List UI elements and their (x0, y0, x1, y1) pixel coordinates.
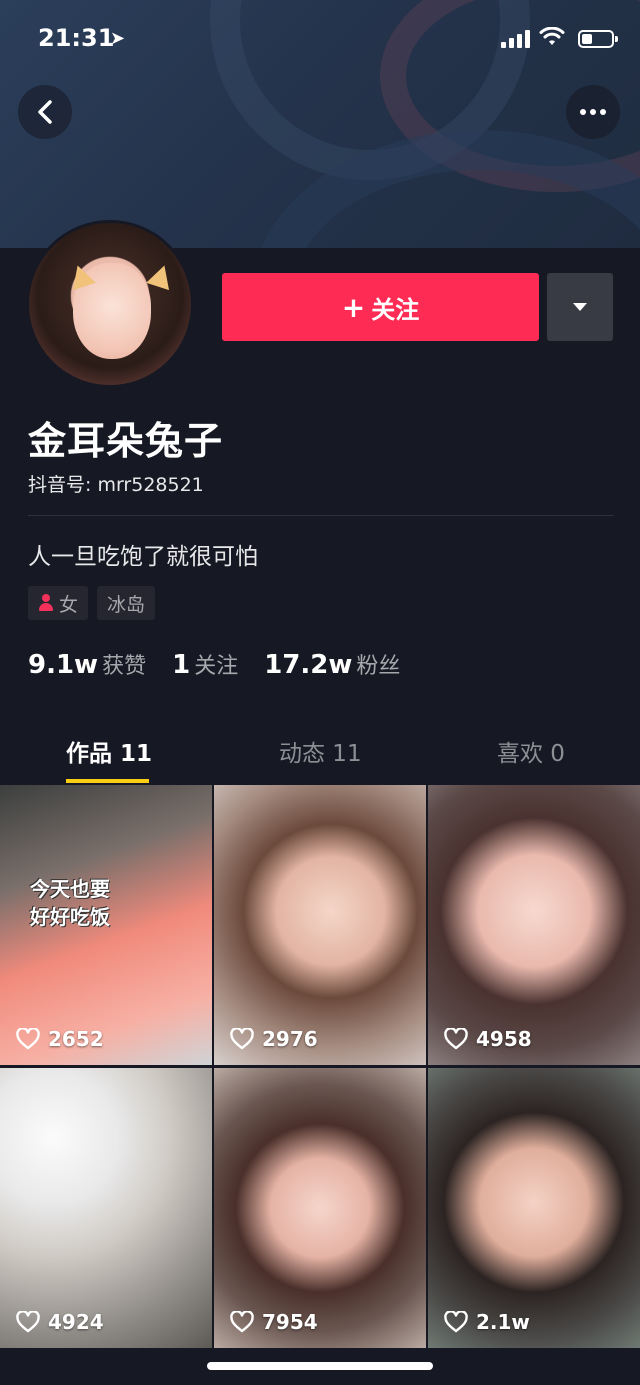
female-person-icon (38, 594, 54, 612)
video-likes-count: 2.1w (476, 1310, 530, 1334)
video-overlay-text: 今天也要 好好吃饭 (30, 877, 110, 929)
video-grid: 今天也要 好好吃饭 2652 2976 4958 4924 7954 2.1w (0, 785, 640, 1385)
likes-label: 获赞 (102, 654, 147, 679)
following-label: 关注 (194, 654, 239, 679)
divider (28, 515, 614, 516)
heart-icon (16, 1311, 40, 1333)
heart-icon (230, 1028, 254, 1050)
video-likes-count: 2652 (48, 1027, 104, 1051)
video-likes: 2652 (16, 1027, 104, 1051)
fans-count: 17.2w (264, 650, 353, 680)
video-likes: 4958 (444, 1027, 532, 1051)
video-thumbnail[interactable]: 4958 (428, 785, 640, 1065)
video-thumbnail[interactable]: 4924 (0, 1068, 212, 1348)
profile-bio: 人一旦吃饱了就很可怕 (28, 544, 258, 570)
video-likes: 2976 (230, 1027, 318, 1051)
more-options-button[interactable] (566, 85, 620, 139)
likes-stat: 9.1w 获赞 (28, 648, 146, 680)
video-likes: 7954 (230, 1310, 318, 1334)
location-label: 冰岛 (107, 593, 146, 616)
back-arrow-icon (38, 100, 52, 124)
video-likes-count: 4958 (476, 1027, 532, 1051)
location-tag: 冰岛 (97, 586, 156, 620)
battery-icon (578, 30, 618, 48)
video-thumbnail[interactable]: 2976 (214, 785, 426, 1065)
likes-count: 9.1w (28, 650, 99, 680)
video-thumbnail[interactable]: 2.1w (428, 1068, 640, 1348)
video-likes-count: 7954 (262, 1310, 318, 1334)
follow-label: 关注 (371, 295, 420, 324)
heart-icon (16, 1028, 40, 1050)
douyin-id: 抖音号: mrr528521 (28, 474, 204, 496)
tab-works[interactable]: 作品 11 (66, 734, 152, 768)
profile-name: 金耳朵兔子 (28, 419, 224, 463)
heart-icon (230, 1311, 254, 1333)
tab-indicator (66, 779, 149, 783)
video-likes-count: 4924 (48, 1310, 104, 1334)
video-thumbnail[interactable]: 今天也要 好好吃饭 2652 (0, 785, 212, 1065)
video-thumbnail[interactable]: 7954 (214, 1068, 426, 1348)
video-likes-count: 2976 (262, 1027, 318, 1051)
home-indicator[interactable] (207, 1362, 433, 1370)
following-stat[interactable]: 1 关注 (172, 648, 238, 680)
status-time: 21:31 (38, 24, 115, 52)
video-likes: 2.1w (444, 1310, 530, 1334)
heart-icon (444, 1028, 468, 1050)
profile-stats: 9.1w 获赞 1 关注 17.2w 粉丝 (28, 648, 400, 680)
wifi-icon (539, 26, 565, 51)
gender-tag: 女 (28, 586, 89, 620)
fans-stat[interactable]: 17.2w 粉丝 (264, 648, 400, 680)
signal-icon (501, 30, 530, 48)
video-likes: 4924 (16, 1310, 104, 1334)
follow-button[interactable]: + 关注 (222, 273, 539, 341)
location-arrow-icon: ➤ (110, 28, 126, 49)
heart-icon (444, 1311, 468, 1333)
tab-dynamics[interactable]: 动态 11 (279, 734, 362, 768)
fans-label: 粉丝 (356, 654, 401, 679)
gender-label: 女 (59, 593, 79, 616)
following-count: 1 (172, 650, 191, 680)
plus-icon: + (341, 290, 366, 324)
recommend-dropdown-button[interactable] (547, 273, 613, 341)
caret-down-icon (573, 303, 587, 311)
content-tabs: 作品 11 动态 11 喜欢 0 (0, 722, 640, 784)
tab-likes[interactable]: 喜欢 0 (497, 734, 565, 768)
avatar[interactable] (26, 220, 194, 388)
more-dots-icon (580, 109, 606, 115)
back-button[interactable] (18, 85, 72, 139)
